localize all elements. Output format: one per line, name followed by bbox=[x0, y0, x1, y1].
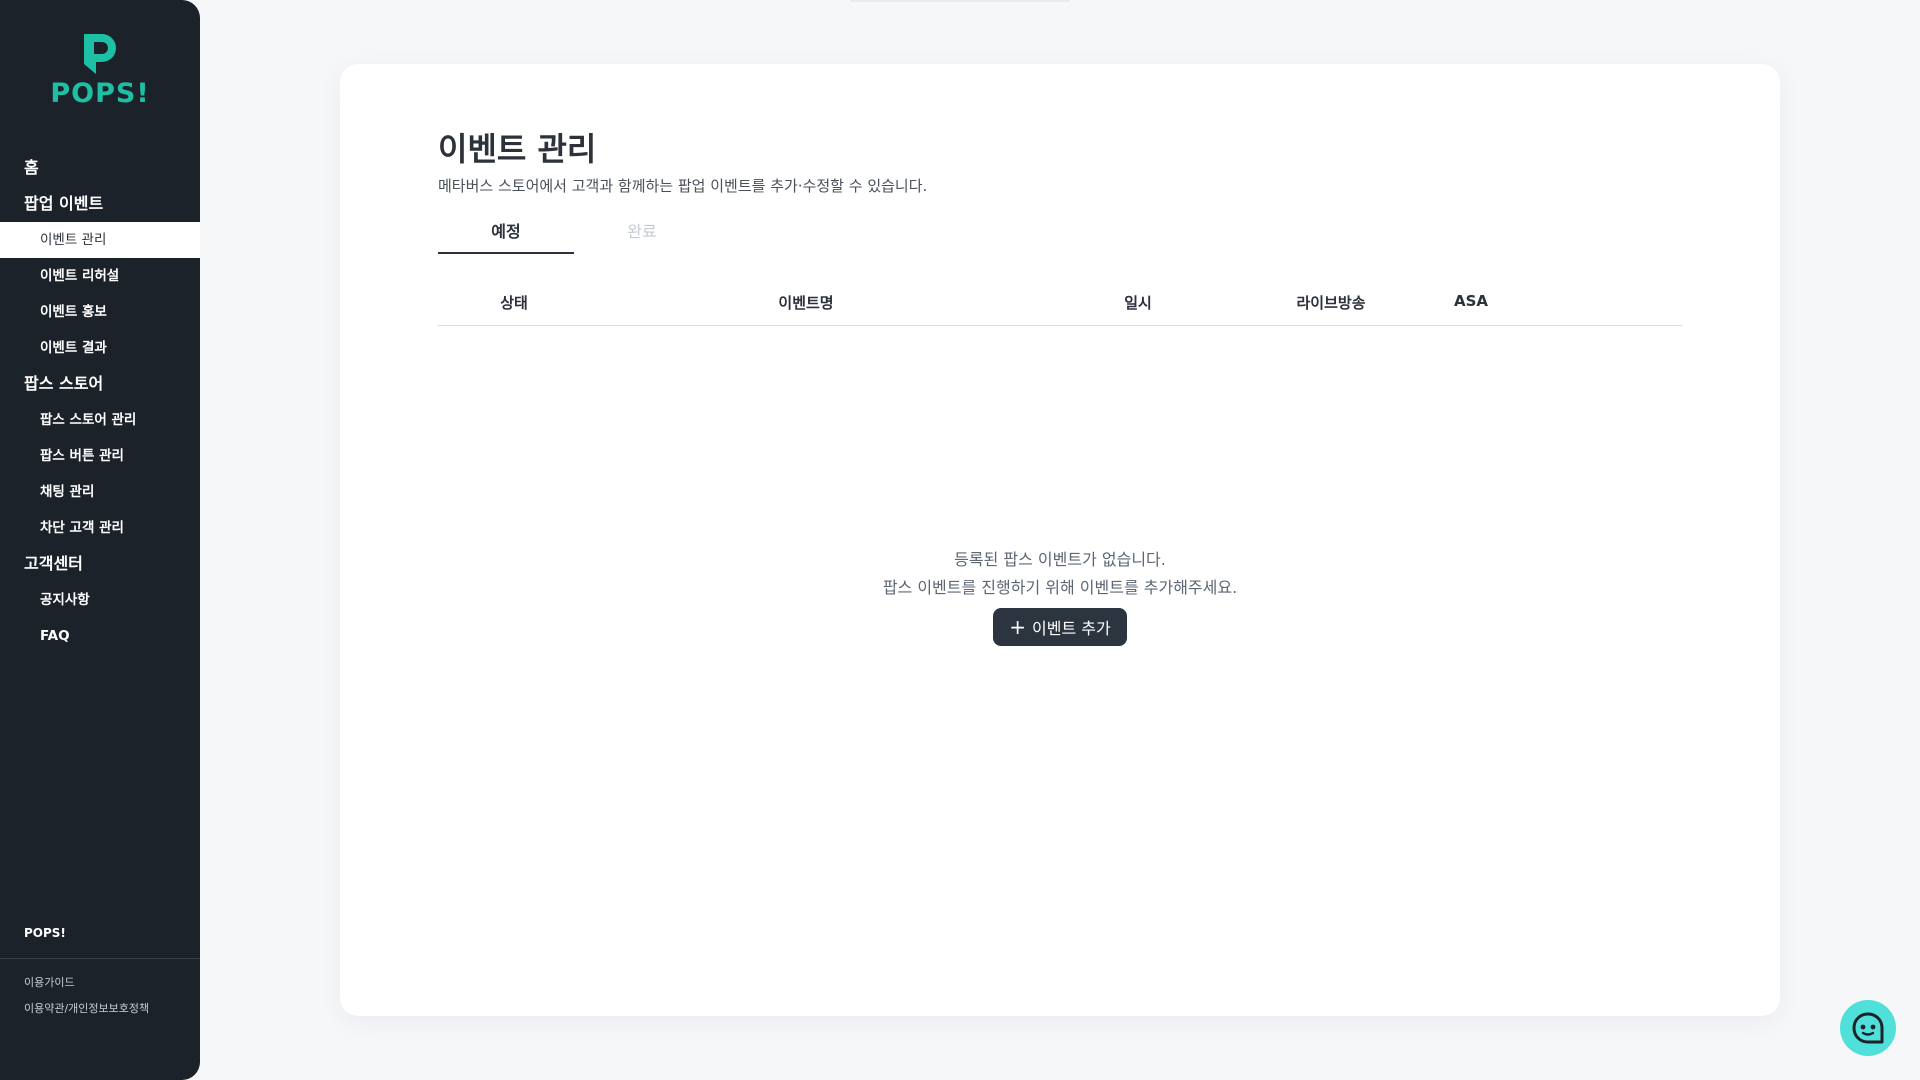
sidebar-item-faq[interactable]: FAQ bbox=[0, 618, 200, 654]
add-event-button-label: 이벤트 추가 bbox=[1032, 619, 1111, 638]
terms-privacy-link[interactable]: 이용약관/개인정보보호정책 bbox=[24, 1000, 149, 1016]
column-header-event-name: 이벤트명 bbox=[778, 294, 834, 312]
add-event-button[interactable]: + 이벤트 추가 bbox=[993, 608, 1127, 646]
sidebar-item-button-manage[interactable]: 팝스 버튼 관리 bbox=[0, 438, 200, 474]
sidebar-group-pops-store[interactable]: 팝스 스토어 bbox=[0, 366, 200, 402]
chat-button[interactable] bbox=[1840, 1000, 1896, 1056]
sidebar-item-store-manage[interactable]: 팝스 스토어 관리 bbox=[0, 402, 200, 438]
plus-icon: + bbox=[1009, 615, 1027, 639]
sidebar-item-event-promotion[interactable]: 이벤트 홍보 bbox=[0, 294, 200, 330]
usage-guide-link[interactable]: 이용가이드 bbox=[24, 974, 75, 990]
sidebar-item-notice[interactable]: 공지사항 bbox=[0, 582, 200, 618]
column-header-asa: ASA bbox=[1453, 292, 1489, 310]
sidebar-item-event-rehearsal[interactable]: 이벤트 리허설 bbox=[0, 258, 200, 294]
logo-text: POPS! bbox=[50, 78, 150, 109]
page-title: 이벤트 관리 bbox=[438, 130, 597, 168]
sidebar-group-popup-event[interactable]: 팝업 이벤트 bbox=[0, 186, 200, 222]
tab-completed[interactable]: 완료 bbox=[574, 216, 710, 254]
top-scroll-indicator bbox=[850, 0, 1070, 2]
sidebar-footer-brand: POPS! bbox=[24, 926, 66, 940]
tab-bar: 예정 완료 bbox=[438, 216, 710, 254]
sidebar-group-support[interactable]: 고객센터 bbox=[0, 546, 200, 582]
sidebar-item-blocked-customers[interactable]: 차단 고객 관리 bbox=[0, 510, 200, 546]
sidebar-nav: 홈 팝업 이벤트 이벤트 관리 이벤트 리허설 이벤트 홍보 이벤트 결과 팝스… bbox=[0, 150, 200, 654]
sidebar-divider bbox=[0, 958, 200, 959]
chat-icon bbox=[1852, 1012, 1884, 1044]
pops-logo-mark bbox=[84, 34, 116, 74]
column-header-status: 상태 bbox=[500, 294, 528, 312]
column-header-datetime: 일시 bbox=[1124, 294, 1152, 312]
page-description: 메타버스 스토어에서 고객과 함께하는 팝업 이벤트를 추가·수정할 수 있습니… bbox=[438, 177, 928, 195]
sidebar: POPS! 홈 팝업 이벤트 이벤트 관리 이벤트 리허설 이벤트 홍보 이벤트… bbox=[0, 0, 200, 1080]
main-card: 이벤트 관리 메타버스 스토어에서 고객과 함께하는 팝업 이벤트를 추가·수정… bbox=[340, 64, 1780, 1016]
sidebar-item-event-manage[interactable]: 이벤트 관리 bbox=[0, 222, 200, 258]
empty-state: 등록된 팝스 이벤트가 없습니다. 팝스 이벤트를 진행하기 위해 이벤트를 추… bbox=[340, 546, 1780, 646]
tab-scheduled[interactable]: 예정 bbox=[438, 216, 574, 254]
sidebar-item-chat-manage[interactable]: 채팅 관리 bbox=[0, 474, 200, 510]
empty-message-title: 등록된 팝스 이벤트가 없습니다. bbox=[954, 550, 1166, 569]
empty-message-hint: 팝스 이벤트를 진행하기 위해 이벤트를 추가해주세요. bbox=[882, 578, 1238, 597]
sidebar-item-home[interactable]: 홈 bbox=[0, 150, 200, 186]
column-header-live-broadcast: 라이브방송 bbox=[1296, 294, 1366, 312]
sidebar-item-event-result[interactable]: 이벤트 결과 bbox=[0, 330, 200, 366]
table-header: 상태 이벤트명 일시 라이브방송 ASA bbox=[438, 280, 1682, 326]
logo[interactable]: POPS! bbox=[0, 30, 200, 109]
